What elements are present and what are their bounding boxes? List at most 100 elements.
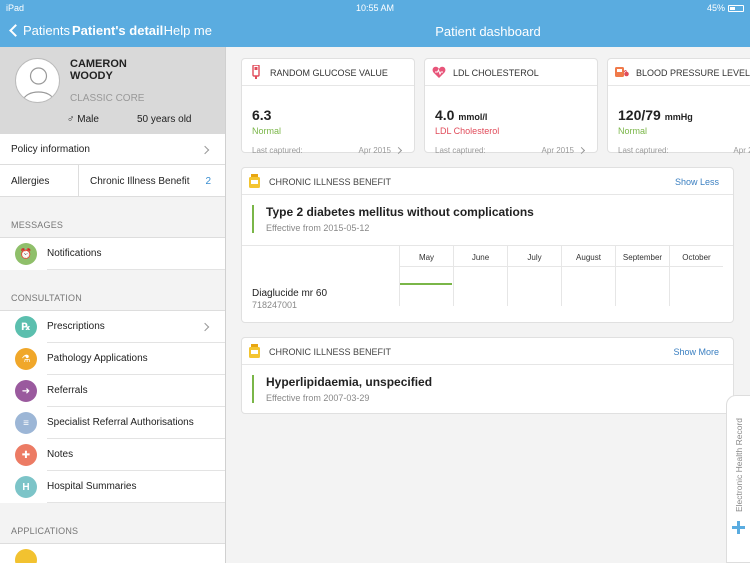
patient-tabs: Allergies Chronic Illness Benefit 2 [0, 165, 225, 197]
tab-chronic-label: Chronic Illness Benefit [90, 176, 190, 187]
divider [47, 269, 225, 270]
menu-item-hospital-summaries[interactable]: H Hospital Summaries [0, 471, 225, 503]
menu-item-specialist-referral-authorisations[interactable]: ≡ Specialist Referral Authorisations [0, 407, 225, 439]
condition-block: Type 2 diabetes mellitus without complic… [252, 205, 552, 233]
patient-gender: ♂ Male [67, 114, 99, 125]
applications-menu-item[interactable] [0, 544, 225, 563]
section-messages: MESSAGES [11, 220, 64, 230]
medication-coverage-bar [400, 283, 452, 285]
chronic-benefit-panel-2: CHRONIC ILLNESS BENEFIT Show More Hyperl… [241, 337, 734, 414]
chevron-right-icon [200, 322, 210, 332]
card-status: Normal [618, 126, 648, 136]
card-value: 4.0 mmol/l [435, 107, 487, 123]
menu-item-label: Notifications [47, 248, 102, 259]
avatar-placeholder-icon [22, 67, 55, 102]
battery-icon [728, 4, 744, 12]
back-label: Patients [23, 23, 70, 38]
applications-menu [0, 543, 225, 563]
card-value-number: 4.0 [435, 107, 455, 123]
pill-bottle-icon [249, 344, 260, 358]
alarm-clock-icon: ⏰ [15, 243, 37, 265]
dashboard-main: RANDOM GLUCOSE VALUE 6.3 Normal Last captu… [226, 47, 750, 563]
panel-header: CHRONIC ILLNESS BENEFIT Show More [242, 338, 733, 365]
card-last-captured-date: Apr 20 [733, 146, 750, 155]
card-status: Normal [252, 126, 282, 136]
glucose-meter-icon [249, 65, 263, 79]
month-label: July [527, 253, 542, 262]
status-bar: iPad 10:55 AM 45% [0, 0, 750, 16]
patient-age: 50 years old [137, 114, 192, 125]
clock: 10:55 AM [355, 3, 395, 13]
medication-code: 718247001 [252, 300, 298, 310]
card-value-unit: mmHg [664, 112, 693, 122]
show-less-button[interactable]: Show Less [675, 177, 719, 187]
condition-effective-date: Effective from 2007-03-29 [266, 393, 370, 403]
medication-name: Diaglucide mr 60 [252, 288, 328, 299]
month-label: June [471, 253, 490, 262]
card-random-glucose-value[interactable]: RANDOM GLUCOSE VALUE 6.3 Normal Last captu… [241, 58, 415, 155]
battery-status: 45% [707, 3, 744, 13]
nav-bar: Patients Patient's detail Help me [0, 16, 226, 47]
card-header: LDL CHOLESTEROL [425, 59, 597, 86]
avatar [15, 58, 60, 103]
blood-pressure-icon [615, 65, 629, 79]
tab-chronic-illness-benefit[interactable]: Chronic Illness Benefit 2 [79, 165, 225, 196]
panel-title: CHRONIC ILLNESS BENEFIT [269, 177, 392, 187]
male-icon: ♂ [67, 114, 75, 125]
patient-profile: CAMERON WOODY CLASSIC CORE ♂ Male 50 yea… [0, 47, 225, 134]
card-title: BLOOD PRESSURE LEVEL [636, 68, 750, 78]
menu-item-label: Specialist Referral Authorisations [47, 417, 194, 428]
month-column: June [453, 246, 507, 306]
divider [616, 266, 669, 267]
electronic-health-record-tab[interactable]: Electronic Health Record [726, 395, 750, 563]
menu-item-label: Hospital Summaries [47, 481, 137, 492]
chronic-count-badge: 2 [205, 176, 211, 187]
medication-timeline: Diaglucide mr 60 718247001 May June July Au… [242, 245, 733, 318]
heart-icon [432, 65, 446, 79]
divider [562, 266, 615, 267]
policy-label: Policy information [11, 144, 90, 155]
panel-header: CHRONIC ILLNESS BENEFIT Show Less [242, 168, 733, 195]
tab-allergies[interactable]: Allergies [0, 165, 79, 196]
card-header: BLOOD PRESSURE LEVEL [608, 59, 750, 86]
menu-item-label: Notes [47, 449, 74, 460]
hospital-icon: H [15, 476, 37, 498]
help-button[interactable]: Help me [164, 23, 212, 38]
card-value: 120/79 mmHg [618, 107, 693, 123]
divider [670, 266, 723, 267]
month-column: August [561, 246, 615, 306]
card-title: LDL CHOLESTEROL [453, 68, 539, 78]
plus-icon [732, 521, 745, 534]
back-button[interactable]: Patients [8, 23, 70, 38]
chevron-right-icon [394, 146, 403, 155]
card-blood-pressure-level[interactable]: BLOOD PRESSURE LEVEL 120/79 mmHg Normal Las… [607, 58, 750, 155]
menu-item-referrals[interactable]: ➜ Referrals [0, 375, 225, 407]
page-title: Patient dashboard [435, 24, 541, 39]
patient-first-name: CAMERON [70, 58, 127, 70]
document-icon: ≡ [15, 412, 37, 434]
policy-information-row[interactable]: Policy information [0, 134, 225, 165]
menu-item-pathology-applications[interactable]: ⚗ Pathology Applications [0, 343, 225, 375]
nav-title: Patient's detail [72, 23, 164, 38]
card-ldl-cholesterol[interactable]: LDL CHOLESTEROL 4.0 mmol/l LDL Cholesterol… [424, 58, 598, 155]
divider [400, 266, 453, 267]
menu-item-notifications[interactable]: ⏰ Notifications [0, 238, 225, 270]
patient-last-name: WOODY [70, 70, 113, 82]
menu-item-notes[interactable]: ✚ Notes [0, 439, 225, 471]
condition-name: Hyperlipidaemia, unspecified [266, 375, 433, 389]
panel-title: CHRONIC ILLNESS BENEFIT [269, 347, 392, 357]
flask-icon: ⚗ [15, 348, 37, 370]
menu-item-label: Referrals [47, 385, 88, 396]
month-column: September [615, 246, 669, 306]
show-more-button[interactable]: Show More [673, 347, 719, 357]
card-last-captured-label: Last captured: [618, 146, 669, 155]
divider [454, 266, 507, 267]
card-status: LDL Cholesterol [435, 126, 500, 136]
card-value-number: 6.3 [252, 107, 272, 123]
patient-plan: CLASSIC CORE [70, 93, 145, 104]
month-column: May [399, 246, 453, 306]
patient-name: CAMERON WOODY [70, 58, 190, 82]
menu-item-prescriptions[interactable]: ℞ Prescriptions [0, 311, 225, 343]
month-column: July [507, 246, 561, 306]
chronic-benefit-panel-1: CHRONIC ILLNESS BENEFIT Show Less Type 2… [241, 167, 734, 323]
